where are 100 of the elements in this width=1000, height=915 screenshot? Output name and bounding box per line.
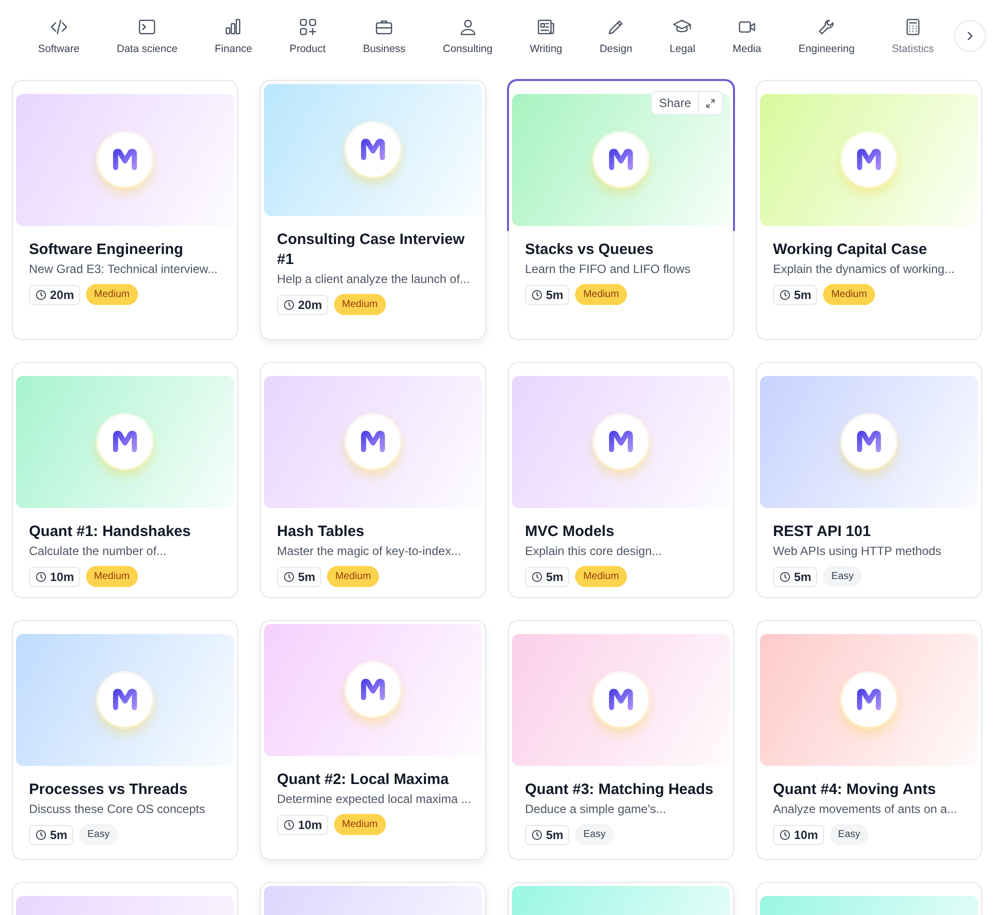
duration-chip: 5m <box>525 566 570 586</box>
category-tab[interactable]: Software <box>36 11 82 61</box>
category-tab[interactable]: Data science <box>114 11 180 61</box>
logo-icon <box>842 673 896 727</box>
logo-icon <box>98 415 152 469</box>
terminal-icon <box>137 17 158 37</box>
difficulty-badge: Medium <box>334 294 386 315</box>
difficulty-badge: Easy <box>575 824 614 845</box>
duration-chip: 10m <box>277 814 328 834</box>
card-title: Working Capital Case <box>773 240 928 260</box>
clock-icon <box>779 828 791 840</box>
clock-icon <box>35 570 47 582</box>
duration-chip: 10m <box>29 566 80 586</box>
difficulty-badge: Medium <box>334 814 386 835</box>
card[interactable]: Working Capital Case Explain the dynamics of working... 5m Medium <box>756 80 982 340</box>
difficulty-badge: Medium <box>575 284 627 305</box>
shapes-icon <box>298 17 318 37</box>
card[interactable]: Consulting Case Interview #1 Help a client analyze the launch of... 20m Medium <box>260 80 486 340</box>
logo-icon <box>842 133 896 187</box>
card-description: Learn the FIFO and LIFO flows <box>525 262 692 276</box>
card[interactable]: Quant #1: Handshakes Calculate the number of... 10m Medium <box>12 362 238 598</box>
card-title: Software Engineering <box>29 240 184 260</box>
difficulty-badge: Medium <box>823 284 875 305</box>
category-tab[interactable]: Consulting <box>440 11 494 61</box>
category-tab[interactable]: Design <box>598 11 634 61</box>
category-tab[interactable]: Product <box>287 11 328 61</box>
card[interactable]: Quant #3: Matching Heads Deduce a simple game's... 5m Easy <box>508 620 734 860</box>
card[interactable]: Hash Tables Master the magic of key-to-index... 5m Medium <box>260 362 486 598</box>
category-tab[interactable]: Writing <box>528 11 564 61</box>
clock-icon <box>283 298 295 310</box>
card-description: Analyze movements of ants on a... <box>773 802 958 816</box>
card[interactable]: Quant #2: Local Maxima Determine expected local maxima ... 10m Medium <box>260 620 486 860</box>
category-tab[interactable]: Engineering <box>796 11 857 61</box>
clock-icon <box>531 570 543 582</box>
logo-icon <box>842 415 896 469</box>
card[interactable]: REST API 101 Web APIs using HTTP methods 5m Easy <box>756 362 982 598</box>
card-description: Master the magic of key-to-index... <box>277 544 462 558</box>
logo-icon <box>98 673 152 727</box>
card[interactable]: Quant #4: Moving Ants Analyze movements of ants on a... 10m Easy <box>756 620 982 860</box>
category-tab[interactable]: Finance <box>212 11 254 61</box>
category-tab[interactable]: Legal <box>668 11 698 61</box>
code-icon <box>48 17 69 37</box>
duration-chip: 5m <box>277 566 322 586</box>
card[interactable]: Software Engineering New Grad E3: Technical interview... 20m Medium <box>12 80 238 340</box>
clock-icon <box>531 828 543 840</box>
card-description: Explain this core design... <box>525 544 663 558</box>
category-tab[interactable]: Media <box>730 11 764 61</box>
newspaper-icon <box>536 17 556 37</box>
card-description: Determine expected local maxima ... <box>277 792 469 806</box>
clock-icon <box>35 288 47 300</box>
card-description: Help a client analyze the launch of... <box>277 272 469 286</box>
card-description: Explain the dynamics of working... <box>773 262 956 276</box>
category-tab[interactable]: Business <box>360 11 408 61</box>
card-description: Deduce a simple game's... <box>525 802 668 816</box>
clock-icon <box>283 570 295 582</box>
logo-icon <box>346 663 400 717</box>
card-title: Quant #1: Handshakes <box>29 522 192 542</box>
clock-icon <box>531 288 543 300</box>
duration-chip: 5m <box>525 284 570 304</box>
card-title: Hash Tables <box>277 522 366 542</box>
card-title: Consulting Case Interview #1 <box>277 230 466 270</box>
clock-icon <box>283 818 295 830</box>
card-title: Quant #2: Local Maxima <box>277 770 450 790</box>
card-description: Calculate the number of... <box>29 544 168 558</box>
card-title: MVC Models <box>525 522 616 542</box>
card-title: REST API 101 <box>773 522 872 542</box>
card-title: Quant #3: Matching Heads <box>525 780 714 800</box>
logo-icon <box>346 415 400 469</box>
category-tab[interactable]: Statistics <box>890 11 936 61</box>
card-title: Stacks vs Queues <box>525 240 654 260</box>
duration-chip: 5m <box>773 284 818 304</box>
clock-icon <box>779 288 791 300</box>
clock-icon <box>779 570 791 582</box>
duration-chip: 5m <box>773 566 818 586</box>
card[interactable]: Share Stacks vs Queues Learn the FIFO and LIFO flows 5m Medium <box>508 80 734 340</box>
card-title: Quant #4: Moving Ants <box>773 780 937 800</box>
duration-chip: 5m <box>29 824 74 844</box>
logo-icon <box>594 415 648 469</box>
card[interactable]: Processes vs Threads Discuss these Core OS concepts 5m Easy <box>12 620 238 860</box>
clock-icon <box>35 828 47 840</box>
difficulty-badge: Medium <box>575 566 627 587</box>
difficulty-badge: Easy <box>830 824 868 845</box>
difficulty-badge: Easy <box>79 824 118 845</box>
logo-icon <box>98 133 152 187</box>
bar-chart-icon <box>223 17 244 37</box>
card[interactable]: MVC Models Explain this core design... 5m Medium <box>508 362 734 598</box>
difficulty-badge: Medium <box>327 566 379 587</box>
difficulty-badge: Easy <box>823 566 862 587</box>
logo-icon <box>594 673 648 727</box>
card-description: Web APIs using HTTP methods <box>773 544 942 558</box>
user-icon <box>458 17 478 37</box>
duration-chip: 5m <box>525 824 570 844</box>
logo-icon <box>594 133 648 187</box>
card-title: Processes vs Threads <box>29 780 188 800</box>
card-description: Discuss these Core OS concepts <box>29 802 206 816</box>
scroll-next-button[interactable] <box>954 20 986 52</box>
duration-chip: 10m <box>773 824 824 844</box>
duration-chip: 20m <box>277 294 328 314</box>
logo-icon <box>346 123 400 177</box>
duration-chip: 20m <box>29 284 80 304</box>
